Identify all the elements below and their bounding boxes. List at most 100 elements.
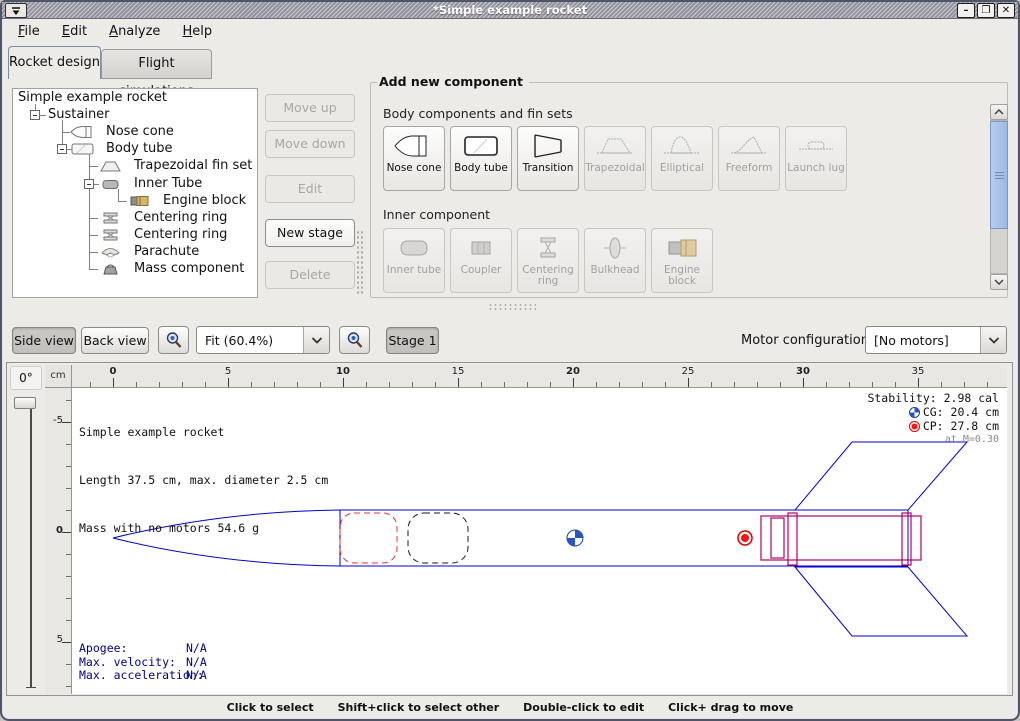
- minimize-button[interactable]: –: [957, 3, 975, 18]
- chevron-down-icon: [988, 337, 1000, 344]
- tree-item-centering-ring-2[interactable]: Centering ring: [134, 227, 227, 242]
- window-menu-button[interactable]: [5, 3, 27, 18]
- vertical-splitter-handle[interactable]: [356, 230, 365, 294]
- cp-marker: [738, 531, 752, 545]
- rocket-mass: Mass with no motors 54.6 g: [79, 520, 328, 536]
- add-coupler-button[interactable]: Coupler: [450, 228, 512, 293]
- tree-item-body-tube[interactable]: Body tube: [106, 141, 173, 156]
- tree-item-mass-component[interactable]: Mass component: [134, 261, 244, 276]
- rocket-figure-canvas[interactable]: Simple example rocket Length 37.5 cm, ma…: [72, 388, 1007, 694]
- expander-inner-tube[interactable]: [84, 179, 94, 189]
- motor-configuration-select[interactable]: [No motors]: [865, 326, 1007, 354]
- bottom-fin-shape[interactable]: [795, 567, 967, 636]
- cg-icon: [909, 407, 920, 418]
- tree-item-rocket[interactable]: Simple example rocket: [18, 90, 167, 105]
- horizontal-splitter-handle[interactable]: [488, 303, 536, 312]
- inner-tube-shape[interactable]: [761, 516, 921, 560]
- mass-component-icon: [98, 262, 124, 276]
- centering-ring-icon: [98, 228, 124, 242]
- body-tube-shape[interactable]: [340, 510, 908, 566]
- menu-help[interactable]: Help: [176, 20, 220, 43]
- maximize-button[interactable]: ❒: [977, 3, 995, 18]
- hint-click-select: Click to select: [227, 701, 314, 714]
- result-value: N/A: [186, 655, 207, 669]
- tree-item-inner-tube[interactable]: Inner Tube: [134, 176, 202, 191]
- expander-body-tube[interactable]: [57, 144, 67, 154]
- back-view-button[interactable]: Back view: [81, 327, 149, 354]
- edit-button[interactable]: Edit: [265, 175, 355, 203]
- tree-item-sustainer[interactable]: Sustainer: [48, 107, 110, 122]
- result-label: Max. acceleration:: [79, 669, 186, 683]
- close-button[interactable]: ✕: [997, 3, 1015, 18]
- ruler-tick: 15: [446, 366, 470, 377]
- menu-edit[interactable]: Edit: [55, 20, 94, 43]
- magnifier-icon: [346, 331, 364, 349]
- add-engine-block-button[interactable]: Engine block: [651, 228, 713, 293]
- add-transition-button[interactable]: Transition: [517, 126, 579, 191]
- add-inner-tube-button[interactable]: Inner tube: [383, 228, 445, 293]
- inner-tube-icon: [393, 234, 435, 262]
- scroll-up-button[interactable]: [990, 104, 1008, 120]
- tab-flight-simulations[interactable]: Flight simulations: [101, 49, 212, 79]
- body-tube-icon: [460, 132, 502, 160]
- inner-components[interactable]: [761, 513, 921, 565]
- component-tree[interactable]: Simple example rocket Sustainer Nose con…: [12, 88, 258, 298]
- vertical-ruler: -5 0 5: [45, 388, 72, 694]
- scrollbar-thumb[interactable]: [990, 121, 1008, 229]
- stability-value: Stability: 2.98 cal: [749, 391, 999, 405]
- ruler-tick: 5: [216, 366, 240, 377]
- tree-item-engine-block[interactable]: Engine block: [163, 193, 246, 208]
- parachute-shape[interactable]: [340, 513, 397, 563]
- tab-rocket-design[interactable]: Rocket design: [8, 46, 101, 79]
- mass-component-shape[interactable]: [408, 513, 468, 563]
- expander-sustainer[interactable]: [30, 110, 40, 120]
- engine-block-icon: [661, 234, 703, 262]
- zoom-in-button[interactable]: [339, 326, 370, 354]
- engine-block-shape[interactable]: [771, 518, 784, 558]
- stage-1-toggle[interactable]: Stage 1: [386, 327, 439, 354]
- add-centering-ring-button[interactable]: Centering ring: [517, 228, 579, 293]
- move-up-button[interactable]: Move up: [265, 94, 355, 122]
- horizontal-ruler: 0 5 10 15 20 25 30 35: [72, 365, 1007, 388]
- transition-icon: [527, 132, 569, 160]
- delete-button[interactable]: Delete: [265, 261, 355, 289]
- freeform-fin-icon: [728, 132, 770, 160]
- add-button-label: Launch lug: [787, 163, 845, 174]
- centering-ring-shape[interactable]: [788, 513, 797, 565]
- side-view-button[interactable]: Side view: [12, 327, 76, 354]
- rocket-info: Simple example rocket Length 37.5 cm, ma…: [79, 392, 328, 568]
- add-elliptical-fin-button[interactable]: Elliptical: [651, 126, 713, 191]
- combo-arrow-button[interactable]: [303, 327, 329, 353]
- menu-analyze[interactable]: Analyze: [102, 20, 167, 43]
- add-bulkhead-button[interactable]: Bulkhead: [584, 228, 646, 293]
- menu-file[interactable]: File: [11, 20, 47, 43]
- add-button-label: Transition: [523, 163, 574, 174]
- tree-line: [62, 132, 70, 133]
- inner-tube-icon: [98, 177, 124, 191]
- move-down-button[interactable]: Move down: [265, 130, 355, 158]
- add-trapezoidal-fin-button[interactable]: Trapezoidal: [584, 126, 646, 191]
- zoom-level-select[interactable]: Fit (60.4%): [196, 326, 330, 354]
- ruler-tick: -5: [45, 415, 63, 426]
- combo-arrow-button[interactable]: [980, 327, 1006, 353]
- magnifier-icon: [165, 331, 183, 349]
- add-nose-cone-button[interactable]: Nose cone: [383, 126, 445, 191]
- add-body-tube-button[interactable]: Body tube: [450, 126, 512, 191]
- scroll-down-button[interactable]: [990, 274, 1008, 290]
- rotation-slider-handle[interactable]: [14, 397, 36, 409]
- tree-item-centering-ring-1[interactable]: Centering ring: [134, 210, 227, 225]
- chevron-down-icon: [311, 337, 323, 344]
- tree-item-nose-cone[interactable]: Nose cone: [106, 124, 174, 139]
- tree-item-parachute[interactable]: Parachute: [134, 244, 199, 259]
- tree-item-trapezoidal-fin-set[interactable]: Trapezoidal fin set: [134, 158, 252, 173]
- new-stage-button[interactable]: New stage: [265, 219, 355, 247]
- chevron-up-icon: [994, 109, 1004, 115]
- rotation-slider-track[interactable]: [30, 398, 32, 688]
- titlebar[interactable]: *Simple example rocket – ❒ ✕: [2, 2, 1018, 19]
- add-launch-lug-button[interactable]: Launch lug: [785, 126, 847, 191]
- centering-ring-shape[interactable]: [902, 513, 911, 565]
- top-fin-shape[interactable]: [795, 442, 967, 510]
- add-freeform-fin-button[interactable]: Freeform: [718, 126, 780, 191]
- rotation-slider-track-end: [26, 687, 36, 688]
- zoom-out-button[interactable]: [158, 326, 189, 354]
